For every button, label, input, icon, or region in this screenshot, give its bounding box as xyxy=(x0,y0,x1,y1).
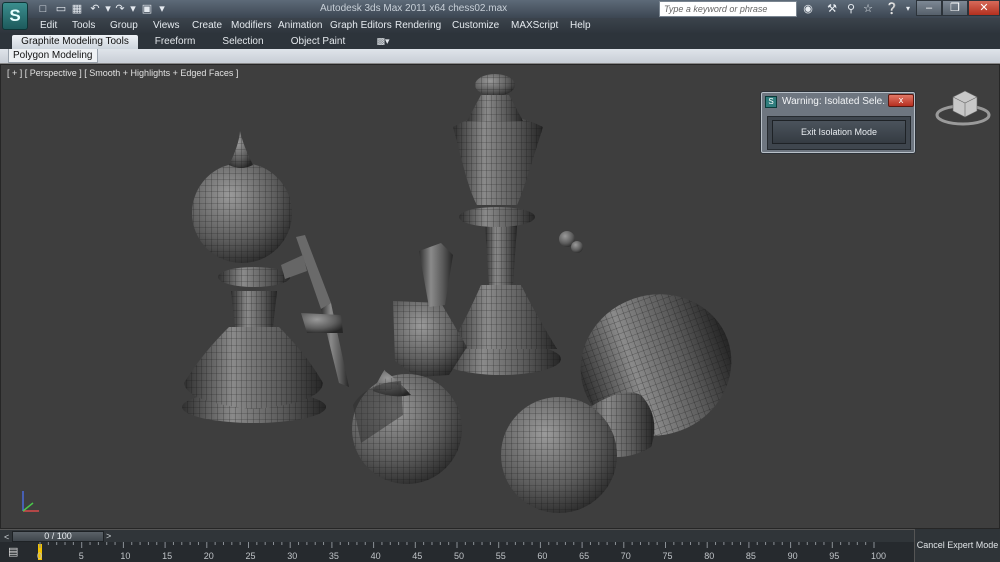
frame-tick-label: 35 xyxy=(328,551,339,561)
dialog-close-button[interactable]: x xyxy=(888,94,914,107)
save-icon[interactable]: ▦ xyxy=(70,2,84,16)
left-chess-piece xyxy=(182,131,349,423)
title-bar: S □ ▭ ▦ ↶ ▾ ↷ ▾ ▣ ▾ Autodesk 3ds Max 201… xyxy=(0,0,1000,30)
close-button[interactable]: ✕ xyxy=(968,0,1000,16)
tab-freeform[interactable]: Freeform xyxy=(148,35,202,49)
menu-tools[interactable]: Tools xyxy=(72,19,95,33)
menu-views[interactable]: Views xyxy=(153,19,180,33)
dialog-titlebar[interactable]: S Warning: Isolated Sele... x xyxy=(763,94,914,110)
redo-dropdown-icon[interactable]: ▾ xyxy=(126,2,140,16)
tab-polygon-modeling[interactable]: Polygon Modeling xyxy=(8,49,98,63)
search-input[interactable]: Type a keyword or phrase xyxy=(659,1,797,17)
app-logo-icon[interactable]: S xyxy=(2,2,28,30)
ribbon-options-icon[interactable]: ▩▾ xyxy=(372,35,394,49)
help-icon[interactable]: ❔ xyxy=(884,1,900,17)
curve-editor-icon[interactable]: ▤ xyxy=(8,546,24,559)
time-slider-next-arrow[interactable]: > xyxy=(106,531,111,541)
tab-object-paint[interactable]: Object Paint xyxy=(286,35,350,49)
fallen-piece-head xyxy=(352,369,462,484)
frame-tick-label: 50 xyxy=(454,551,465,561)
frame-tick-label: 15 xyxy=(162,551,173,561)
time-slider-thumb[interactable]: 0 / 100 xyxy=(12,531,104,542)
dialog-body: Exit Isolation Mode xyxy=(767,116,911,150)
viewcube-icon[interactable] xyxy=(935,87,991,129)
frame-tick-label: 55 xyxy=(495,551,506,561)
ribbon-panel: Polygon Modeling xyxy=(0,49,1000,64)
frame-tick-label: 65 xyxy=(579,551,590,561)
frame-tick-label: 40 xyxy=(370,551,381,561)
fallen-chess-piece xyxy=(501,294,732,513)
redo-icon[interactable]: ↷ xyxy=(113,2,127,16)
window-title: Autodesk 3ds Max 2011 x64 chess02.max xyxy=(320,3,508,14)
minimize-button[interactable]: – xyxy=(916,0,942,16)
menu-group[interactable]: Group xyxy=(110,19,138,33)
menu-customize[interactable]: Customize xyxy=(452,19,499,33)
menu-rendering[interactable]: Rendering xyxy=(395,19,441,33)
frame-tick-label: 90 xyxy=(787,551,798,561)
star-icon[interactable]: ☆ xyxy=(860,1,876,17)
menu-create[interactable]: Create xyxy=(192,19,222,33)
menu-graph-editors[interactable]: Graph Editors xyxy=(330,19,392,33)
frame-tick-label: 60 xyxy=(537,551,548,561)
exit-isolation-button[interactable]: Exit Isolation Mode xyxy=(772,120,906,144)
axis-tripod-icon xyxy=(22,491,39,512)
time-slider-prev-arrow[interactable]: < xyxy=(4,532,9,542)
dialog-title: Warning: Isolated Sele... xyxy=(782,96,886,107)
frame-tick-label: 95 xyxy=(829,551,840,561)
frame-tick-label: 10 xyxy=(120,551,131,561)
frame-tick-label: 5 xyxy=(78,551,84,561)
frame-tick-label: 80 xyxy=(704,551,715,561)
help-dropdown-icon[interactable]: ▾ xyxy=(900,1,916,17)
frame-tick-label: 70 xyxy=(620,551,631,561)
search-icon[interactable]: ⚲ xyxy=(843,1,859,17)
frame-tick-label: 30 xyxy=(287,551,298,561)
track-bar[interactable]: ▤ 0 5 10 15 20 25 30 35 40 45 50 55 60 65 70 75 80 85 90 95… xyxy=(0,542,914,562)
menu-bar: Edit Tools Group Views Create Modifiers … xyxy=(0,18,1000,34)
restore-button[interactable]: ❐ xyxy=(942,0,968,16)
menu-maxscript[interactable]: MAXScript xyxy=(511,19,558,33)
isolation-warning-dialog: S Warning: Isolated Sele... x Exit Isola… xyxy=(760,91,916,154)
frame-tick-label: 20 xyxy=(203,551,214,561)
quick-access-dropdown-icon[interactable]: ▾ xyxy=(155,2,169,16)
tab-selection[interactable]: Selection xyxy=(216,35,270,49)
menu-edit[interactable]: Edit xyxy=(40,19,57,33)
open-icon[interactable]: ▭ xyxy=(54,2,68,16)
frame-tick-label: 100 xyxy=(871,551,887,561)
tab-graphite-modeling-tools[interactable]: Graphite Modeling Tools xyxy=(12,35,138,49)
frame-tick-label: 75 xyxy=(662,551,673,561)
center-chess-piece xyxy=(393,74,583,377)
frame-tick-label: 0 xyxy=(37,551,43,561)
frame-tick-label: 85 xyxy=(745,551,756,561)
project-icon[interactable]: ▣ xyxy=(140,2,154,16)
frame-tick-label: 45 xyxy=(412,551,423,561)
binoculars-icon[interactable]: ◉ xyxy=(800,1,816,17)
frame-tick-label: 25 xyxy=(245,551,256,561)
menu-animation[interactable]: Animation xyxy=(278,19,322,33)
ribbon-tabs: Graphite Modeling Tools Freeform Selecti… xyxy=(0,34,1000,49)
menu-modifiers[interactable]: Modifiers xyxy=(231,19,272,33)
menu-help[interactable]: Help xyxy=(570,19,591,33)
app-small-icon: S xyxy=(765,96,777,108)
undo-icon[interactable]: ↶ xyxy=(88,2,102,16)
new-icon[interactable]: □ xyxy=(36,2,50,16)
viewport-label[interactable]: [ + ] [ Perspective ] [ Smooth + Highlig… xyxy=(7,68,238,78)
time-slider[interactable]: < 0 / 100 > xyxy=(0,529,914,542)
cancel-expert-mode-button[interactable]: Cancel Expert Mode xyxy=(914,529,1000,562)
key-tools-icon[interactable]: ⚒ xyxy=(824,1,840,17)
